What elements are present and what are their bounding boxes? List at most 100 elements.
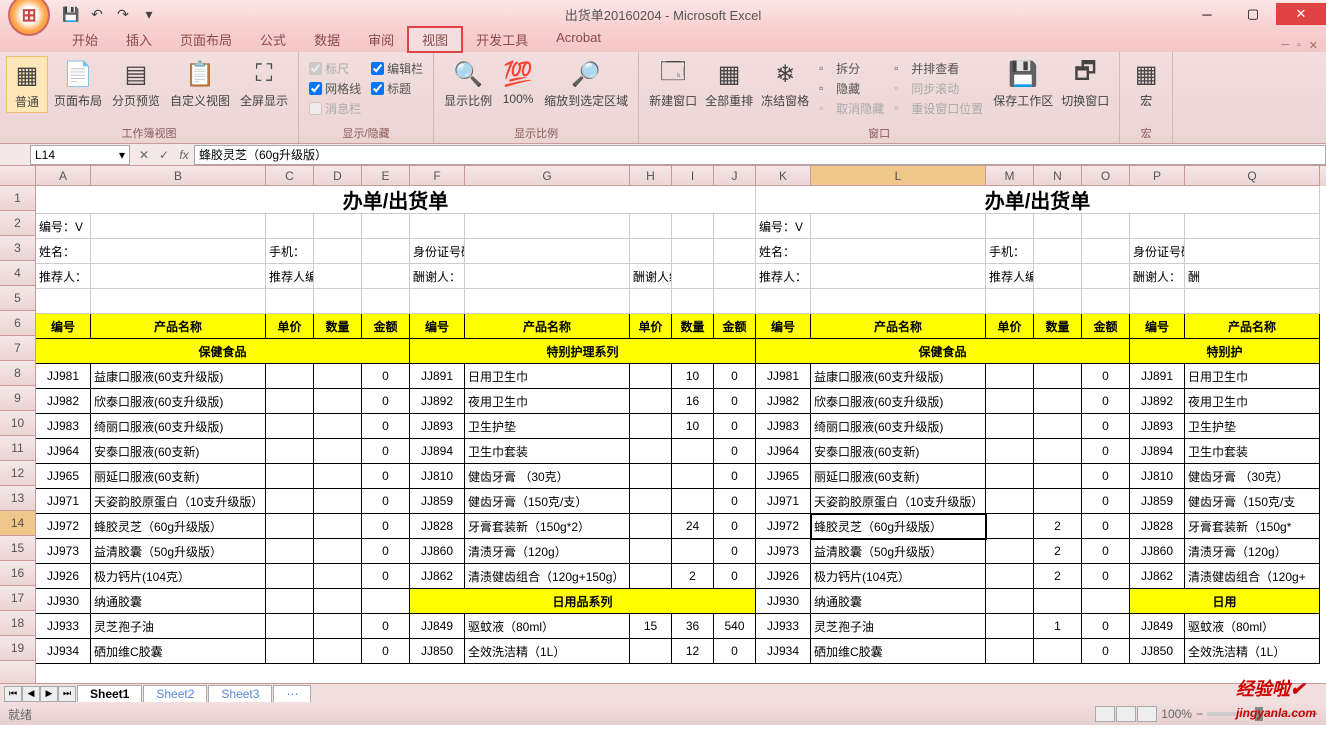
window-small-3[interactable]: ▫ 并排查看 — [894, 58, 983, 78]
row-header-8[interactable]: 8 — [0, 361, 36, 386]
cell[interactable] — [314, 364, 362, 389]
cell[interactable] — [266, 439, 314, 464]
cell[interactable] — [1034, 439, 1082, 464]
col-header-O[interactable]: O — [1082, 166, 1130, 186]
cell[interactable]: 硒加维C胶囊 — [811, 639, 986, 664]
cell[interactable]: 数量 — [672, 314, 714, 339]
tab-公式[interactable]: 公式 — [246, 27, 300, 52]
cell[interactable]: 健齿牙膏 （30克） — [1185, 464, 1320, 489]
row-header-7[interactable]: 7 — [0, 336, 36, 361]
cell[interactable]: 0 — [714, 414, 756, 439]
maximize-button[interactable]: ▢ — [1230, 3, 1276, 25]
cell[interactable]: 姓名： — [756, 239, 811, 264]
cell[interactable] — [672, 239, 714, 264]
cell[interactable] — [1130, 289, 1185, 314]
cell[interactable] — [630, 514, 672, 539]
cell[interactable] — [266, 364, 314, 389]
cell[interactable] — [630, 639, 672, 664]
cell[interactable]: 0 — [1082, 564, 1130, 589]
cell[interactable] — [1082, 589, 1130, 614]
save-icon[interactable]: 💾 — [60, 3, 82, 25]
cell[interactable]: JJ981 — [36, 364, 91, 389]
cell[interactable]: 单价 — [986, 314, 1034, 339]
cell[interactable]: 0 — [362, 464, 410, 489]
tab-数据[interactable]: 数据 — [300, 27, 354, 52]
col-header-D[interactable]: D — [314, 166, 362, 186]
cell[interactable] — [1034, 489, 1082, 514]
window-btn-0[interactable]: 🗔新建窗口 — [645, 56, 701, 111]
fx-icon[interactable]: fx — [174, 145, 194, 165]
redo-icon[interactable]: ↷ — [112, 3, 134, 25]
view-btn-1[interactable]: 📄页面布局 — [50, 56, 106, 111]
zoom-level[interactable]: 100% — [1161, 707, 1192, 721]
cell[interactable]: 编号 — [410, 314, 465, 339]
cell[interactable]: JJ849 — [1130, 614, 1185, 639]
view-btn-0[interactable]: ▦普通 — [6, 56, 48, 113]
cell[interactable]: 天姿韵胶原蛋白（10支升级版） — [811, 489, 986, 514]
cell[interactable]: 极力钙片(104克） — [811, 564, 986, 589]
cell[interactable] — [1034, 289, 1082, 314]
name-box[interactable]: L14 ▾ — [30, 145, 130, 165]
cell[interactable] — [314, 389, 362, 414]
cell[interactable] — [266, 289, 314, 314]
sheet-nav-next[interactable]: ▶ — [40, 686, 58, 702]
col-header-P[interactable]: P — [1130, 166, 1185, 186]
cell[interactable]: 推荐人： — [756, 264, 811, 289]
col-header-N[interactable]: N — [1034, 166, 1082, 186]
cell[interactable]: 绮丽口服液(60支升级版) — [811, 414, 986, 439]
cell[interactable]: 健齿牙膏（150克/支 — [1185, 489, 1320, 514]
cell[interactable] — [314, 239, 362, 264]
row-header-16[interactable]: 16 — [0, 561, 36, 586]
window2-btn-1[interactable]: 🗗切换窗口 — [1057, 56, 1113, 111]
cell[interactable] — [630, 289, 672, 314]
undo-icon[interactable]: ↶ — [86, 3, 108, 25]
zoom-btn-1[interactable]: 💯100% — [498, 56, 538, 108]
cell[interactable]: 卫生巾套装 — [1185, 439, 1320, 464]
insert-sheet-icon[interactable]: ⋯ — [273, 685, 311, 702]
cell[interactable] — [630, 389, 672, 414]
select-all-button[interactable] — [0, 166, 36, 186]
cell[interactable] — [630, 364, 672, 389]
cell[interactable] — [672, 489, 714, 514]
col-header-A[interactable]: A — [36, 166, 91, 186]
cell[interactable]: 健齿牙膏（150克/支） — [465, 489, 630, 514]
cell[interactable] — [314, 639, 362, 664]
cell[interactable]: 健齿牙膏 （30克） — [465, 464, 630, 489]
cell[interactable] — [986, 589, 1034, 614]
col-header-K[interactable]: K — [756, 166, 811, 186]
cell[interactable] — [672, 539, 714, 564]
cell[interactable]: JJ894 — [1130, 439, 1185, 464]
cell[interactable]: 产品名称 — [91, 314, 266, 339]
cell[interactable]: 驱蚊液（80ml） — [465, 614, 630, 639]
row-header-1[interactable]: 1 — [0, 186, 36, 211]
window-small-2[interactable]: ▫ 取消隐藏 — [819, 98, 884, 118]
cell[interactable] — [756, 289, 811, 314]
cell[interactable]: 10 — [672, 364, 714, 389]
cell[interactable]: 0 — [714, 514, 756, 539]
cell[interactable]: 欣泰口服液(60支升级版) — [811, 389, 986, 414]
cell[interactable]: 天姿韵胶原蛋白（10支升级版） — [91, 489, 266, 514]
cell[interactable]: JJ862 — [410, 564, 465, 589]
cell[interactable] — [465, 214, 630, 239]
tab-审阅[interactable]: 审阅 — [354, 27, 408, 52]
cell[interactable]: 0 — [1082, 489, 1130, 514]
cell[interactable]: JJ891 — [1130, 364, 1185, 389]
cell[interactable] — [410, 289, 465, 314]
cell[interactable] — [630, 214, 672, 239]
cell[interactable]: JJ850 — [410, 639, 465, 664]
cell[interactable]: JJ973 — [756, 539, 811, 564]
cell[interactable]: 夜用卫生巾 — [465, 389, 630, 414]
cell[interactable] — [714, 214, 756, 239]
cell[interactable] — [630, 414, 672, 439]
cell[interactable]: JJ982 — [36, 389, 91, 414]
cell[interactable]: 身份证号码： — [410, 239, 465, 264]
cell[interactable]: 单价 — [630, 314, 672, 339]
cell[interactable]: JJ934 — [756, 639, 811, 664]
cell[interactable]: 清渍牙膏（120g） — [465, 539, 630, 564]
cell[interactable] — [1034, 214, 1082, 239]
cell[interactable]: JJ850 — [1130, 639, 1185, 664]
cell[interactable] — [314, 489, 362, 514]
row-header-6[interactable]: 6 — [0, 311, 36, 336]
cell[interactable] — [314, 464, 362, 489]
row-header-19[interactable]: 19 — [0, 636, 36, 661]
